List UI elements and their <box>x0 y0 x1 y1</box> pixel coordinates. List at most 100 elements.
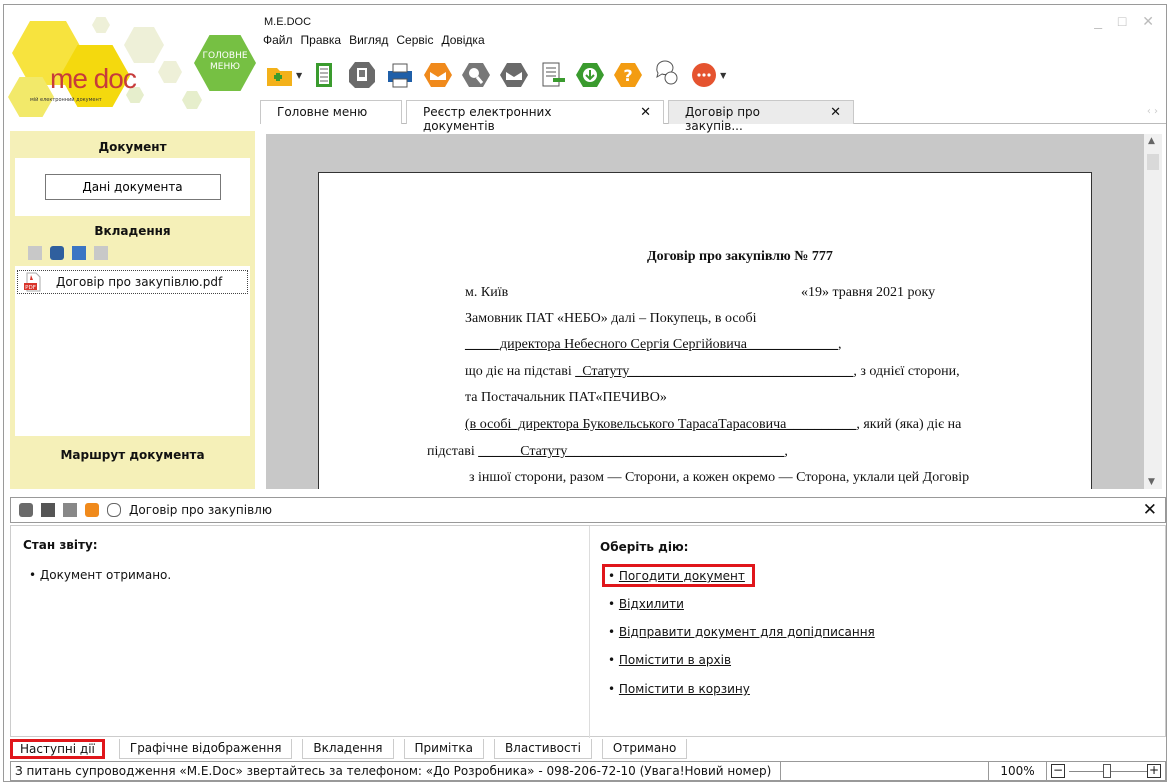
route-header: Маршрут документа <box>60 448 205 462</box>
contract-line: Замовник ПАТ «НЕБО» далі – Покупець, в о… <box>465 311 757 326</box>
actions-header: Оберіть дію: <box>600 540 689 554</box>
status-header: Стан звіту: <box>23 538 98 552</box>
contract-line: (в особі_директора Буковельського Тараса… <box>465 417 961 433</box>
tab-scroll-arrows[interactable]: ‹ › <box>1147 106 1158 117</box>
bottom-tabs: Наступні дії Графічне відображення Вклад… <box>10 739 697 759</box>
contract-line: та Постачальник ПАТ«ПЕЧИВО» <box>465 390 667 405</box>
action-approve[interactable]: • Погодити документ <box>608 569 745 583</box>
action-link[interactable]: Помістити в архів <box>619 653 731 667</box>
action-archive[interactable]: • Помістити в архів <box>608 653 731 667</box>
contract-text: (в особі_директора Буковельського Тараса… <box>465 417 857 432</box>
delete-attachment-icon[interactable] <box>94 246 108 260</box>
add-attachment-icon[interactable] <box>28 246 42 260</box>
action-link[interactable]: Погодити документ <box>619 569 745 583</box>
tab-document-registry[interactable]: Реєстр електронних документів ✕ <box>406 100 664 133</box>
menu-view[interactable]: Вигляд <box>349 33 388 53</box>
sign-icon[interactable] <box>460 59 492 91</box>
brand-tagline: мій електронний документ <box>30 97 102 103</box>
tab-note[interactable]: Примітка <box>403 739 484 759</box>
action-link[interactable]: Відправити документ для допідписання <box>619 625 875 639</box>
close-icon[interactable]: ✕ <box>830 105 841 124</box>
support-message: З питань супроводження «M.E.Doc» звертай… <box>11 762 781 780</box>
contract-text: підставі <box>427 444 479 459</box>
chat-icon[interactable] <box>650 59 682 91</box>
brand-logo-text: me doc <box>50 63 137 94</box>
close-icon[interactable]: ✕ <box>640 105 651 124</box>
zoom-level: 100% <box>989 762 1047 780</box>
attachment-toolbar <box>10 242 255 266</box>
action-reject[interactable]: • Відхилити <box>608 597 684 611</box>
window-controls[interactable]: _ □ ✕ <box>1094 13 1160 30</box>
menu-edit[interactable]: Правка <box>301 33 342 53</box>
pdf-icon: PDF <box>24 272 42 292</box>
tab-main-menu[interactable]: Головне меню <box>260 100 402 124</box>
contract-date: «19» травня 2021 року <box>801 285 936 300</box>
encrypt-icon[interactable] <box>498 59 530 91</box>
save-icon[interactable] <box>346 59 378 91</box>
contract-text: , <box>838 337 842 352</box>
zoom-slider[interactable]: − + <box>1047 762 1165 780</box>
document-viewer[interactable]: Договір про закупівлю № 777 м. Київ «19»… <box>266 134 1144 489</box>
print-attachment-icon[interactable] <box>72 246 86 260</box>
tab-properties[interactable]: Властивості <box>493 739 592 759</box>
close-icon[interactable]: ✕ <box>1143 500 1157 520</box>
panel-divider <box>589 526 590 738</box>
help-icon[interactable]: ? <box>612 59 644 91</box>
contract-city: м. Київ <box>465 285 509 300</box>
print-icon[interactable] <box>41 503 55 517</box>
chevron-down-icon[interactable]: ▼ <box>296 71 302 80</box>
menu-help[interactable]: Довідка <box>441 33 484 53</box>
status-text: Документ отримано. <box>39 568 172 582</box>
tab-attachments[interactable]: Вкладення <box>302 739 394 759</box>
attachment-icon[interactable] <box>107 503 121 517</box>
envelope-icon[interactable] <box>85 503 99 517</box>
status-spacer <box>781 762 989 780</box>
scroll-thumb[interactable] <box>1147 154 1159 170</box>
action-trash[interactable]: • Помістити в корзину <box>608 682 750 696</box>
tab-graphic-view[interactable]: Графічне відображення <box>118 739 293 759</box>
zoom-in-button[interactable]: + <box>1147 764 1161 778</box>
action-link[interactable]: Помістити в корзину <box>619 682 750 696</box>
tab-label: Реєстр електронних документів <box>423 105 552 133</box>
contract-text: _Статуту________________________________ <box>575 364 854 379</box>
zoom-thumb[interactable] <box>1103 764 1111 778</box>
action-link[interactable]: Відхилити <box>619 597 684 611</box>
document-tabs: Головне меню Реєстр електронних документ… <box>260 100 1166 133</box>
status-item: • Документ отримано. <box>29 568 172 582</box>
sign-attachment-icon[interactable] <box>50 246 64 260</box>
export-icon[interactable] <box>536 59 568 91</box>
zoom-out-button[interactable]: − <box>1051 764 1065 778</box>
app-window: me doc мій електронний документ ГОЛОВНЕ … <box>3 4 1167 782</box>
contract-title: Договір про закупівлю № 777 <box>647 249 833 264</box>
panel-title: Договір про закупівлю <box>129 503 272 517</box>
chevron-down-icon[interactable]: ▼ <box>720 71 726 80</box>
scroll-up-icon[interactable]: ▲ <box>1148 136 1155 146</box>
menu-file[interactable]: Файл <box>263 33 293 53</box>
toolbar: ▼ ? ▼ <box>264 57 726 93</box>
envelope-icon[interactable] <box>422 59 454 91</box>
scroll-down-icon[interactable]: ▼ <box>1148 477 1155 487</box>
document-header: Документ <box>98 140 167 154</box>
contract-line: підставі ______Статуту__________________… <box>427 444 788 460</box>
menu-service[interactable]: Сервіс <box>396 33 433 53</box>
print-icon[interactable] <box>384 59 416 91</box>
attachment-item[interactable]: PDF Договір про закупівлю.pdf <box>17 270 248 294</box>
left-panel: Документ Дані документа Вкладення PDF До… <box>10 131 255 489</box>
export-icon[interactable] <box>63 503 77 517</box>
sign-icon[interactable] <box>19 503 33 517</box>
contract-text: , з однієї сторони, <box>853 364 960 379</box>
action-send-for-signing[interactable]: • Відправити документ для допідписання <box>608 625 875 639</box>
download-icon[interactable] <box>574 59 606 91</box>
contract-text: , який (яка) діє на <box>856 417 962 432</box>
notifications-icon[interactable] <box>688 59 720 91</box>
contract-line: з іншої сторони, разом — Сторони, а коже… <box>469 470 970 485</box>
document-page: Договір про закупівлю № 777 м. Київ «19»… <box>318 172 1092 489</box>
viewer-scrollbar[interactable]: ▲ ▼ <box>1144 134 1162 489</box>
svg-text:PDF: PDF <box>25 285 36 291</box>
document-list-icon[interactable] <box>308 59 340 91</box>
tab-received[interactable]: Отримано <box>601 739 688 759</box>
document-data-button[interactable]: Дані документа <box>44 174 221 200</box>
tab-next-actions[interactable]: Наступні дії <box>10 739 105 759</box>
tab-contract[interactable]: Договір про закупів... ✕ <box>668 100 854 133</box>
new-document-icon[interactable] <box>264 59 296 91</box>
